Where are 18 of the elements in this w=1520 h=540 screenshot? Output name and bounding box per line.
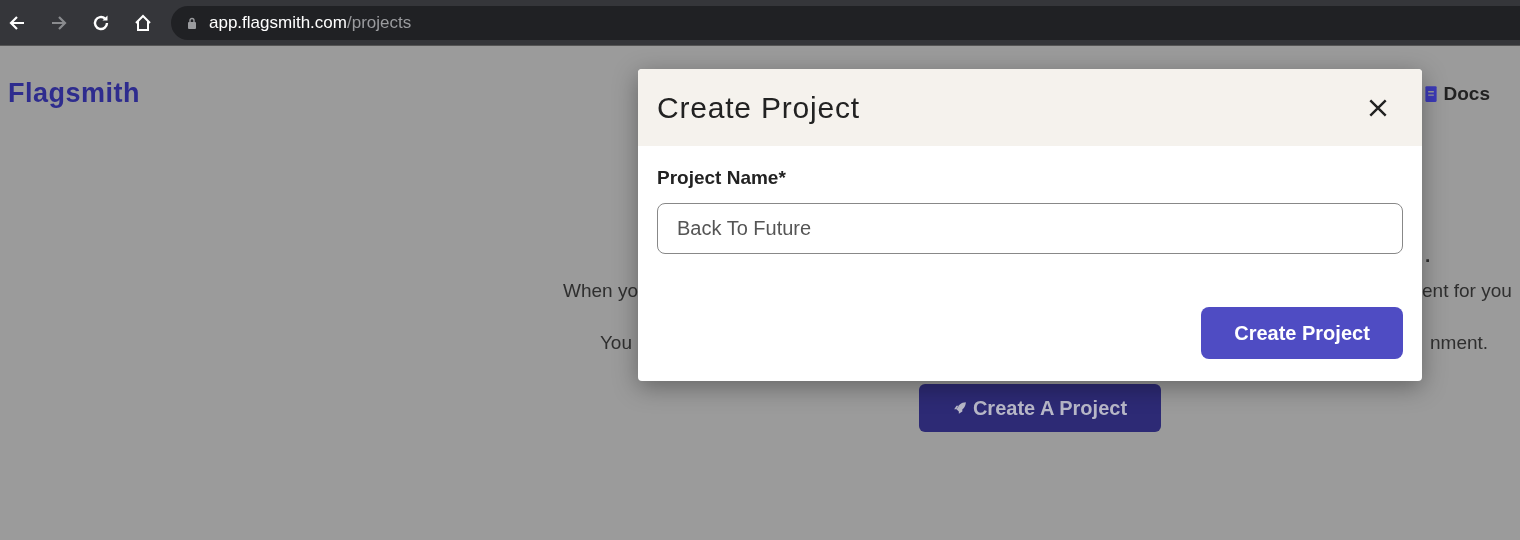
- description-text: You: [598, 332, 633, 354]
- home-icon[interactable]: [133, 12, 153, 33]
- description-text: When yo: [562, 280, 638, 302]
- address-bar[interactable]: app.flagsmith.com/projects: [171, 5, 1520, 40]
- create-project-button[interactable]: Create Project: [1201, 307, 1403, 359]
- docs-link[interactable]: Docs: [1423, 82, 1490, 105]
- logo[interactable]: Flagsmith: [8, 78, 140, 109]
- project-name-field[interactable]: Back To Future: [657, 203, 1403, 254]
- dialog-title: Create Project: [657, 90, 860, 125]
- description-text: nment.: [1429, 332, 1490, 354]
- create-project-button[interactable]: Create A Project: [919, 384, 1161, 432]
- description-text: ent for you: [1422, 280, 1513, 302]
- document-icon: [1423, 84, 1438, 103]
- field-label: Project Name*: [657, 167, 787, 190]
- url-text: app.flagsmith.com/projects: [209, 12, 412, 33]
- rocket-icon: [952, 401, 967, 415]
- lock-icon: [187, 16, 197, 29]
- heading-text: .: [1424, 245, 1432, 267]
